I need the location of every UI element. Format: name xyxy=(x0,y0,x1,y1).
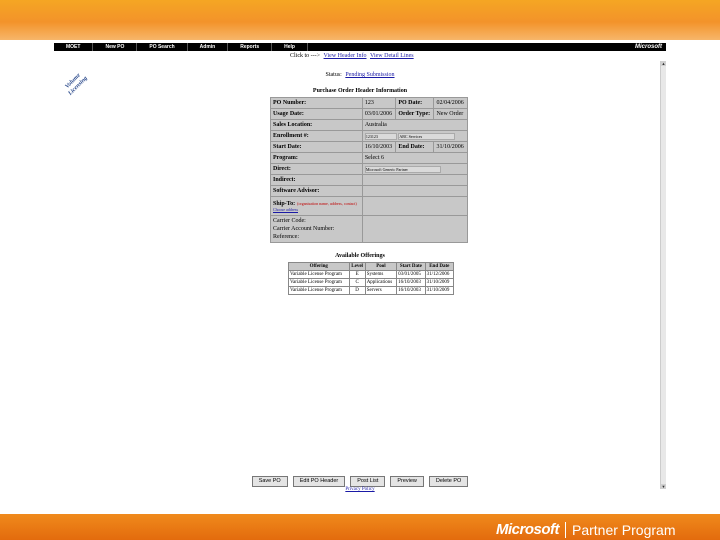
software-advisor-label: Software Advisor: xyxy=(270,185,363,197)
enrollment-name-field: ABC Services xyxy=(398,132,456,140)
reference-label: Reference: xyxy=(273,234,299,240)
carrier-account-label: Carrier Account Number: xyxy=(273,226,335,232)
header-section-title: Purchase Order Header Information xyxy=(312,88,408,94)
sales-location-value: Australia xyxy=(361,119,469,131)
volume-licensing-logo: Volume Licensing xyxy=(64,72,89,97)
enrollment-field[interactable]: 123123 xyxy=(364,132,397,140)
ship-to-value: (organisation name, address, contact) xyxy=(297,200,357,206)
view-header-info-link[interactable]: View Header Info xyxy=(324,53,367,59)
table-row[interactable]: Variable License Program E Systems 03/01… xyxy=(288,270,455,279)
action-buttons: Save PO Edit PO Header Post List Preview… xyxy=(54,476,666,487)
po-header-table: PO Number: 123 PO Date: 02/04/2006 Usage… xyxy=(270,97,469,243)
view-links: Click to ---> View Header Info View Deta… xyxy=(290,53,414,59)
status-line: Status: Pending Submission xyxy=(54,72,666,78)
po-date-value: 02/04/2006 xyxy=(433,97,468,109)
po-number-value: 123 xyxy=(361,97,397,109)
scroll-down-arrow-icon[interactable]: ▼ xyxy=(661,484,666,489)
carrier-code-label: Carrier Code: xyxy=(273,218,306,224)
col-start-date: Start Date xyxy=(396,262,426,271)
brand-microsoft: Microsoft xyxy=(496,521,560,538)
partner-program-brand: Microsoft Partner Program xyxy=(496,521,675,538)
software-advisor-value xyxy=(361,185,469,197)
col-offering: Offering xyxy=(288,262,350,271)
nav-moet[interactable]: MOET xyxy=(54,43,94,51)
nav-po-search[interactable]: PO Search xyxy=(137,43,188,51)
post-list-button[interactable]: Post List xyxy=(350,476,386,487)
save-po-button[interactable]: Save PO xyxy=(251,476,288,487)
end-date-value: 31/10/2006 xyxy=(433,141,468,153)
enrollment-label: Enrollment #: xyxy=(270,130,363,142)
po-date-label: PO Date: xyxy=(395,97,435,109)
po-number-label: PO Number: xyxy=(270,97,363,109)
table-row[interactable]: Variable License Program C Applications … xyxy=(288,278,455,287)
start-date-value: 16/10/2003 xyxy=(361,141,397,153)
status-value[interactable]: Pending Submission xyxy=(345,72,394,78)
direct-label: Direct: xyxy=(270,163,363,175)
delete-po-button[interactable]: Delete PO xyxy=(428,476,469,487)
col-level: Level xyxy=(348,262,366,271)
nav-reports[interactable]: Reports xyxy=(228,43,273,51)
privacy-policy-link[interactable]: Privacy Policy xyxy=(54,487,666,492)
col-pool: Pool xyxy=(364,262,398,271)
brand-divider xyxy=(565,521,566,538)
sales-location-label: Sales Location: xyxy=(270,119,363,131)
vertical-scrollbar[interactable]: ▲ ▼ xyxy=(660,61,666,489)
start-date-label: Start Date: xyxy=(270,141,363,153)
col-end-date: End Date xyxy=(424,262,455,271)
usage-date-label: Usage Date: xyxy=(270,108,363,120)
choose-address-link[interactable]: Choose address xyxy=(273,207,360,212)
view-detail-lines-link[interactable]: View Detail Lines xyxy=(370,53,414,59)
table-row[interactable]: Variable License Program D Servers 16/10… xyxy=(288,286,455,295)
brand-partner-program: Partner Program xyxy=(572,521,676,538)
links-prefix: Click to ---> xyxy=(290,53,321,59)
direct-field[interactable]: Microsoft Generic Partner xyxy=(364,165,441,173)
usage-date-value: 03/01/2006 xyxy=(361,108,397,120)
indirect-value xyxy=(361,174,469,186)
ship-to-label: Ship-To: xyxy=(273,200,296,207)
scroll-up-arrow-icon[interactable]: ▲ xyxy=(661,61,666,66)
status-label: Status: xyxy=(325,72,342,78)
browser-screenshot: MOET New PO PO Search Admin Reports Help… xyxy=(54,43,666,495)
microsoft-logo: Microsoft xyxy=(635,44,662,50)
nav-new-po[interactable]: New PO xyxy=(93,43,138,51)
edit-po-header-button[interactable]: Edit PO Header xyxy=(292,476,346,487)
order-type-value: New Order xyxy=(433,108,468,120)
offerings-table: Offering Level Pool Start Date End Date … xyxy=(288,262,455,295)
slide-top-band xyxy=(0,0,720,40)
program-label: Program: xyxy=(270,152,363,164)
offerings-title: Available Offerings xyxy=(335,253,385,259)
indirect-label: Indirect: xyxy=(270,174,363,186)
program-value: Select 6 xyxy=(361,152,469,164)
top-navbar: MOET New PO PO Search Admin Reports Help… xyxy=(54,43,666,51)
nav-help[interactable]: Help xyxy=(272,43,308,51)
order-type-label: Order Type: xyxy=(395,108,435,120)
preview-button[interactable]: Preview xyxy=(390,476,424,487)
nav-admin[interactable]: Admin xyxy=(188,43,229,51)
end-date-label: End Date: xyxy=(395,141,435,153)
